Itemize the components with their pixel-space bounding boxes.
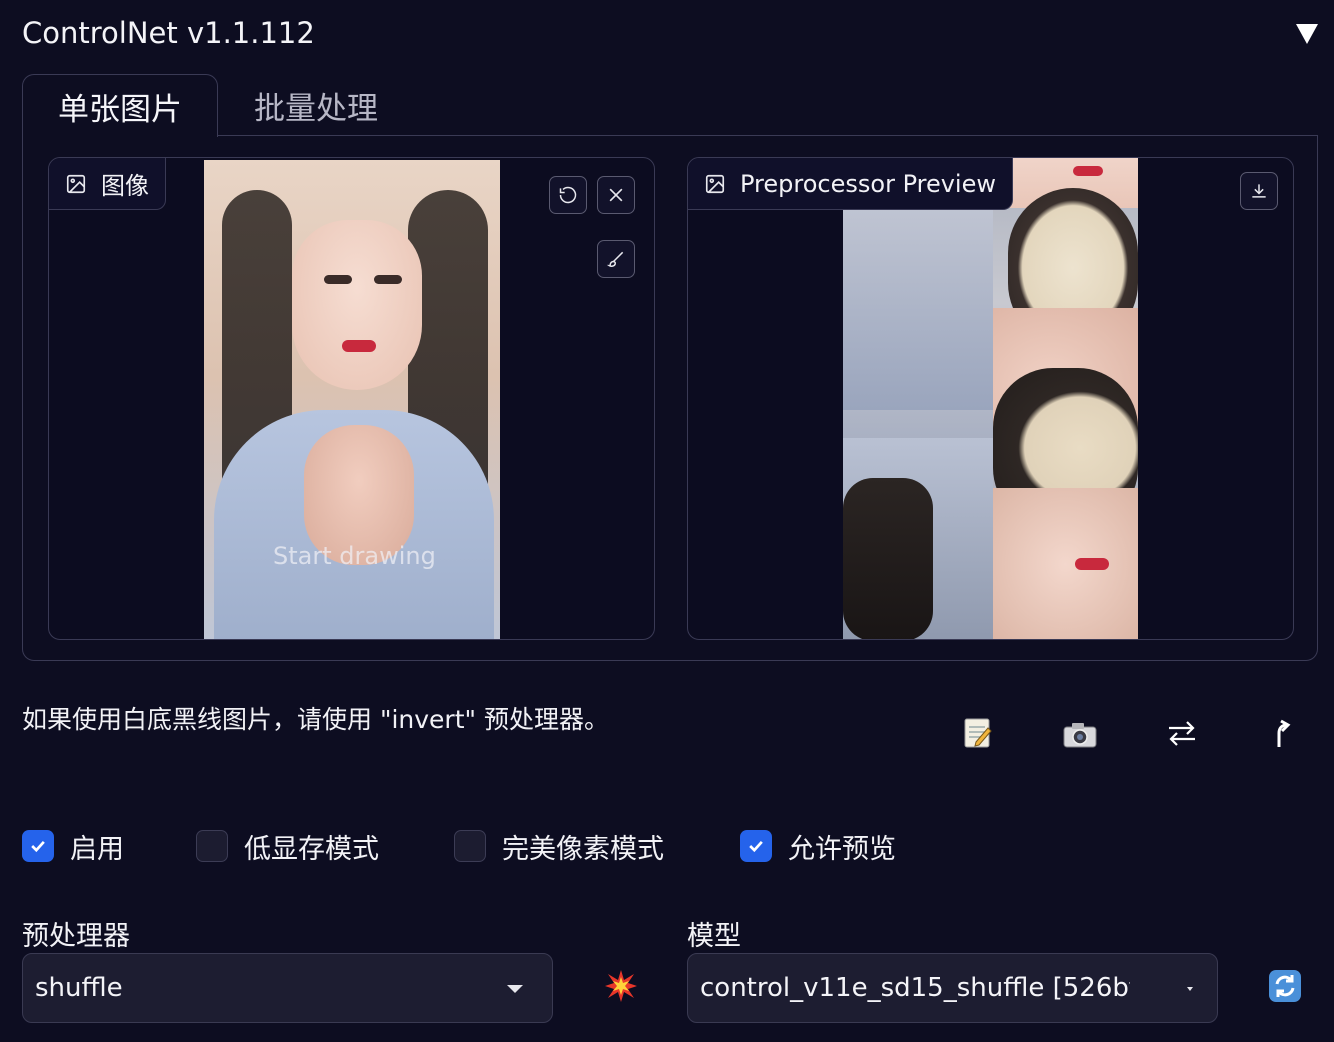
- model-value: control_v11e_sd15_shuffle [526bfdae: [700, 973, 1130, 1003]
- swap-arrows-icon: [1169, 721, 1195, 746]
- refresh-icon: [1269, 970, 1301, 1002]
- undo-icon: [559, 186, 577, 204]
- check-icon: [31, 840, 45, 853]
- close-icon: [609, 188, 623, 202]
- image-icon: [66, 174, 86, 193]
- invert-hint-text: 如果使用白底黑线图片，请使用 "invert" 预处理器。: [22, 705, 609, 734]
- checkbox-unchecked[interactable]: [454, 830, 486, 862]
- checkbox-checked[interactable]: [740, 830, 772, 862]
- preprocessor-value: shuffle: [35, 973, 123, 1003]
- tab-batch[interactable]: 批量处理: [228, 74, 404, 136]
- send-up-icon: [1277, 719, 1291, 747]
- pixel-perfect-checkbox[interactable]: 完美像素模式: [454, 826, 664, 866]
- allow-preview-label: 允许预览: [788, 833, 896, 865]
- low-vram-checkbox[interactable]: 低显存模式: [196, 826, 379, 866]
- image-input-canvas[interactable]: 图像 Start drawing: [48, 157, 655, 640]
- image-icon: [705, 174, 725, 193]
- run-preprocessor-button[interactable]: [601, 966, 641, 1006]
- clear-button[interactable]: [597, 176, 635, 214]
- preview-photo: [843, 158, 1138, 639]
- brush-button[interactable]: [597, 240, 635, 278]
- tab-single-image[interactable]: 单张图片: [22, 74, 218, 137]
- undo-button[interactable]: [549, 176, 587, 214]
- panel-title: ControlNet v1.1.112: [22, 16, 315, 50]
- explosion-icon: [605, 970, 637, 1002]
- low-vram-label: 低显存模式: [244, 833, 379, 865]
- preprocessor-preview-panel: Preprocessor Preview: [687, 157, 1294, 640]
- download-button[interactable]: [1240, 172, 1278, 210]
- checkbox-unchecked[interactable]: [196, 830, 228, 862]
- notepad-icon: [964, 718, 992, 748]
- enable-checkbox[interactable]: 启用: [22, 826, 124, 866]
- chevron-down-icon: [1187, 987, 1193, 991]
- model-label: 模型: [687, 921, 741, 952]
- download-icon: [1252, 184, 1266, 198]
- refresh-models-button[interactable]: [1265, 966, 1305, 1006]
- chevron-down-icon: [507, 985, 523, 993]
- allow-preview-checkbox[interactable]: 允许预览: [740, 826, 896, 866]
- preprocessor-select[interactable]: shuffle: [22, 953, 553, 1023]
- camera-button[interactable]: [1060, 714, 1100, 754]
- camera-icon: [1063, 723, 1097, 748]
- enable-label: 启用: [70, 833, 124, 865]
- preview-label-text: Preprocessor Preview: [740, 169, 996, 198]
- notepad-button[interactable]: [958, 713, 998, 753]
- pixel-perfect-label: 完美像素模式: [502, 833, 664, 865]
- image-input-label: 图像: [49, 158, 166, 210]
- checkbox-checked[interactable]: [22, 830, 54, 862]
- model-select[interactable]: control_v11e_sd15_shuffle [526bfdae: [687, 953, 1218, 1023]
- send-to-img2img-button[interactable]: [1264, 713, 1304, 753]
- image-input-label-text: 图像: [101, 172, 149, 200]
- collapse-toggle-icon[interactable]: [1296, 24, 1318, 44]
- check-icon: [749, 840, 763, 853]
- brush-icon: [606, 251, 624, 267]
- start-drawing-overlay: Start drawing: [273, 542, 436, 570]
- preprocessor-label: 预处理器: [22, 921, 130, 952]
- swap-button[interactable]: [1162, 713, 1202, 753]
- preview-label: Preprocessor Preview: [688, 158, 1013, 210]
